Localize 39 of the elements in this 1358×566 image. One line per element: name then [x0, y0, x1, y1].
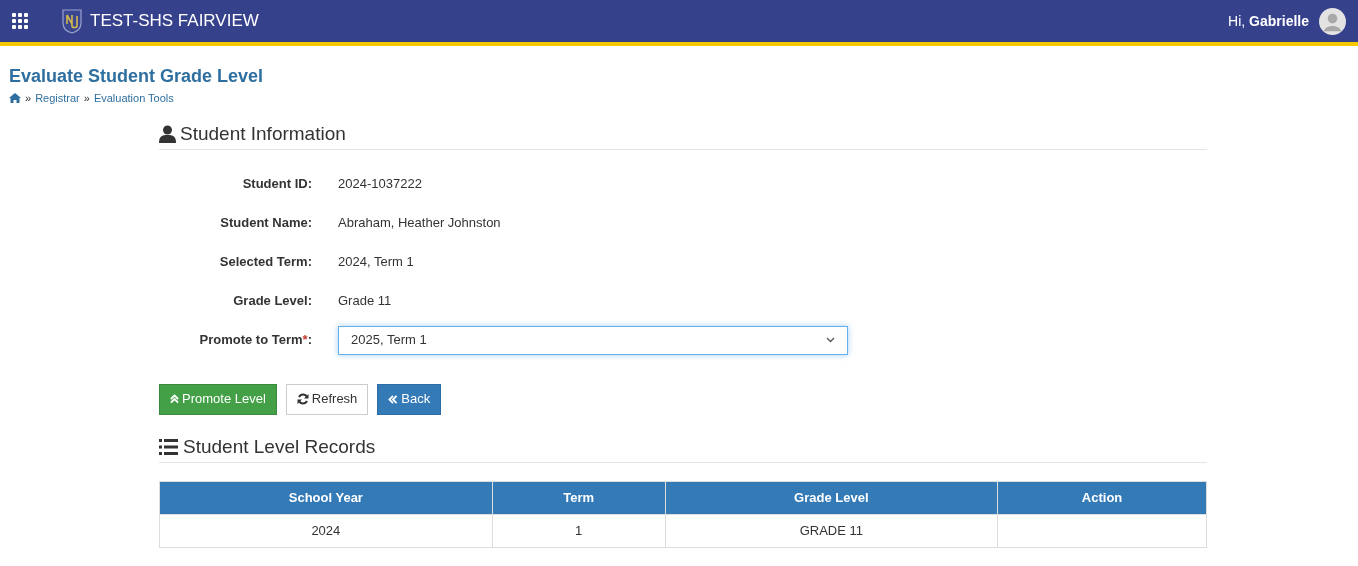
section-heading: Student Level Records: [183, 434, 376, 459]
home-icon[interactable]: [9, 93, 21, 104]
table-cell: 1: [492, 514, 665, 547]
term-select[interactable]: 2025, Term 1: [338, 325, 848, 355]
table-cell: 2024: [159, 514, 493, 547]
breadcrumb-link[interactable]: Evaluation Tools: [93, 90, 174, 107]
chevron-down-icon: [826, 337, 835, 343]
shield-logo-icon: [61, 8, 83, 34]
double-chevron-up-icon: [170, 394, 179, 404]
page-title: Evaluate Student Grade Level: [9, 65, 265, 87]
field-value: 2024-1037222: [338, 175, 422, 194]
column-header: School Year: [159, 481, 493, 514]
field-value: Abraham, Heather Johnston: [338, 214, 501, 233]
back-button[interactable]: Back: [377, 383, 442, 415]
field-value: Grade 11: [338, 292, 392, 311]
field-label: Student ID:: [241, 175, 312, 194]
column-header: Term: [492, 481, 665, 514]
column-header: Grade Level: [665, 481, 998, 514]
promote-button[interactable]: Promote Level: [159, 383, 277, 415]
greeting: Hi, Gabrielle: [1228, 11, 1309, 31]
column-header: Action: [997, 481, 1207, 514]
table-cell: GRADE 11: [665, 514, 998, 547]
refresh-icon: [296, 393, 309, 405]
breadcrumb-link[interactable]: Registrar: [35, 90, 80, 107]
double-chevron-left-icon: [388, 394, 399, 404]
list-icon: [159, 438, 178, 455]
breadcrumb-separator: »: [25, 91, 32, 106]
avatar-icon[interactable]: [1319, 7, 1346, 35]
field-value: 2024, Term 1: [338, 253, 414, 272]
field-label: Selected Term:: [218, 253, 312, 272]
field-label: Student Name:: [219, 214, 312, 233]
field-label: Grade Level:: [232, 292, 312, 311]
apps-menu-icon[interactable]: [12, 13, 28, 29]
refresh-button[interactable]: Refresh: [285, 383, 369, 415]
breadcrumb-separator: »: [83, 91, 90, 106]
field-label: Promote to Term*:: [199, 331, 312, 350]
user-icon: [159, 124, 176, 143]
section-heading: Student Information: [180, 121, 346, 146]
school-name: TEST-SHS FAIRVIEW: [90, 10, 259, 33]
